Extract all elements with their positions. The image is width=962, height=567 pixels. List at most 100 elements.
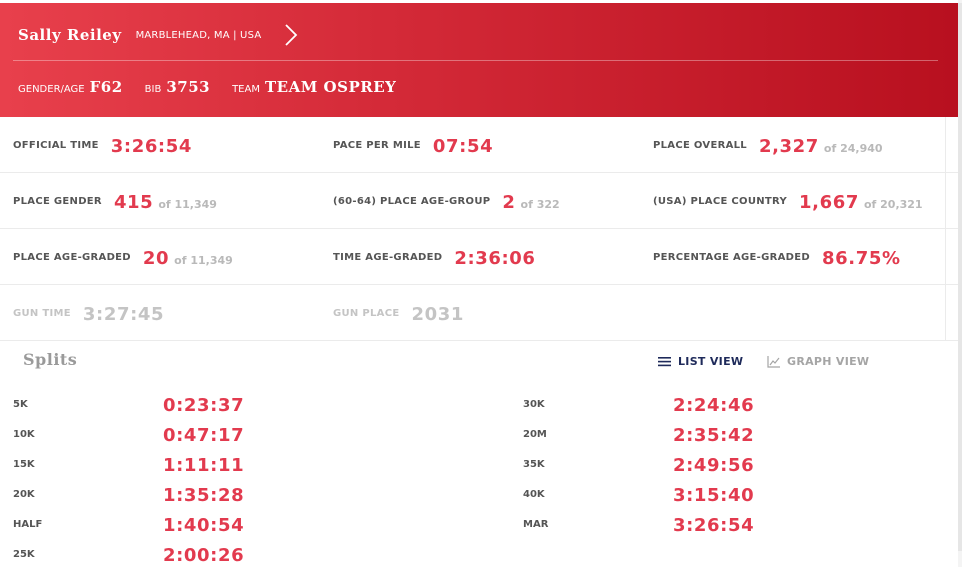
stat-place-age-graded: PLACE AGE-GRADED 20 of 11,349 [13,229,318,285]
stat-of-total: of 20,321 [863,197,923,211]
stat-label: GUN PLACE [333,307,400,319]
gender-age-value: F62 [89,78,123,96]
split-row: HALF 1:40:54 [13,510,313,540]
scrollbar-thumb[interactable] [958,3,962,551]
runner-name[interactable]: Sally Reiley [18,26,122,44]
split-row: 40K 3:15:40 [523,480,823,510]
stat-place-country: (USA) PLACE COUNTRY 1,667 of 20,321 [653,173,946,229]
split-label: 35K [523,459,545,470]
split-label: HALF [13,519,43,530]
stat-value: 2031 [411,303,464,325]
stat-label: PLACE GENDER [13,195,102,207]
split-time: 1:35:28 [163,485,245,506]
split-time: 2:00:26 [163,545,245,566]
team-value: TEAM OSPREY [264,78,397,96]
stat-value: 86.75% [822,247,901,269]
gender-age-label: GENDER/AGE [18,84,85,95]
split-time: 0:47:17 [163,425,245,446]
stat-gun-place: GUN PLACE 2031 [333,285,464,341]
split-time: 1:40:54 [163,515,245,536]
stat-value: 3:27:45 [82,303,165,325]
stat-row: GUN TIME 3:27:45 GUN PLACE 2031 [0,285,958,341]
stat-empty-cell [653,285,946,341]
split-row: 25K 2:00:26 [13,540,313,567]
stat-of-total: of 11,349 [158,197,217,211]
runner-name-row: Sally Reiley MARBLEHEAD, MA | USA [18,21,261,49]
list-icon [658,357,671,367]
split-time: 2:35:42 [673,425,755,446]
split-row: 35K 2:49:56 [523,450,823,480]
split-time: 0:23:37 [163,395,245,416]
stat-label: (USA) PLACE COUNTRY [653,195,788,207]
stat-of-total: of 322 [520,197,560,211]
stat-label: (60-64) PLACE AGE-GROUP [333,195,491,207]
stat-place-overall: PLACE OVERALL 2,327 of 24,940 [653,117,946,173]
stat-value: 3:26:54 [110,135,192,157]
stat-place-age-group: (60-64) PLACE AGE-GROUP 2 of 322 [333,173,560,229]
split-label: 20M [523,429,547,440]
bib-value: 3753 [166,78,211,96]
split-row: MAR 3:26:54 [523,510,823,540]
stat-label: PERCENTAGE AGE-GRADED [653,251,811,263]
list-view-button[interactable]: LIST VIEW [658,355,743,368]
split-row: 10K 0:47:17 [13,420,313,450]
header-divider [13,60,938,61]
runner-meta: GENDER/AGE F62 BIB 3753 TEAM TEAM OSPREY [18,78,418,96]
stat-label: PACE PER MILE [333,139,421,151]
stat-label: OFFICIAL TIME [13,139,99,151]
team-label: TEAM [232,84,260,95]
stat-time-age-graded: TIME AGE-GRADED 2:36:06 [333,229,536,285]
stat-row: PLACE GENDER 415 of 11,349 (60-64) PLACE… [0,173,958,229]
split-row: 20M 2:35:42 [523,420,823,450]
stat-label: PLACE OVERALL [653,139,747,151]
split-label: 10K [13,429,35,440]
stat-value: 2,327 [758,135,819,157]
split-label: 40K [523,489,545,500]
split-label: 20K [13,489,35,500]
list-view-label: LIST VIEW [678,355,744,368]
runner-header: Sally Reiley MARBLEHEAD, MA | USA GENDER… [0,3,958,117]
split-label: 5K [13,399,28,410]
split-row: 30K 2:24:46 [523,390,823,420]
stat-row: OFFICIAL TIME 3:26:54 PACE PER MILE 07:5… [0,117,958,173]
split-label: 15K [13,459,35,470]
splits-title: Splits [23,350,78,369]
graph-view-label: GRAPH VIEW [787,355,870,368]
splits-header: Splits LIST VIEW GRAPH VIEW [0,341,958,383]
bib-label: BIB [144,84,162,95]
splits-column-left: 5K 0:23:37 10K 0:47:17 15K 1:11:11 20K 1… [13,390,313,567]
stat-percentage-age-graded: PERCENTAGE AGE-GRADED 86.75% [653,229,946,285]
stat-label: GUN TIME [13,307,71,319]
stat-official-time: OFFICIAL TIME 3:26:54 [13,117,318,173]
split-row: 20K 1:35:28 [13,480,313,510]
runner-location: MARBLEHEAD, MA | USA [135,29,262,41]
split-row: 5K 0:23:37 [13,390,313,420]
stat-gun-time: GUN TIME 3:27:45 [13,285,318,341]
stat-row: PLACE AGE-GRADED 20 of 11,349 TIME AGE-G… [0,229,958,285]
split-time: 3:15:40 [673,485,755,506]
stat-value: 1,667 [799,191,859,213]
split-time: 3:26:54 [673,515,755,536]
splits-column-right: 30K 2:24:46 20M 2:35:42 35K 2:49:56 40K … [523,390,823,540]
split-row: 15K 1:11:11 [13,450,313,480]
split-label: MAR [523,519,549,530]
stat-value: 2 [502,191,516,213]
line-chart-icon [767,355,780,368]
stat-value: 20 [142,247,170,269]
split-label: 25K [13,549,35,560]
graph-view-button[interactable]: GRAPH VIEW [767,355,869,368]
split-label: 30K [523,399,545,410]
stat-label: TIME AGE-GRADED [333,251,443,263]
result-stats: OFFICIAL TIME 3:26:54 PACE PER MILE 07:5… [0,117,958,341]
stat-value: 2:36:06 [454,247,536,269]
split-time: 2:24:46 [673,395,755,416]
split-time: 1:11:11 [163,455,245,476]
page-scrollbar[interactable] [958,0,962,567]
stat-place-gender: PLACE GENDER 415 of 11,349 [13,173,318,229]
stat-pace: PACE PER MILE 07:54 [333,117,493,173]
stat-of-total: of 11,349 [174,253,233,267]
stat-value: 07:54 [432,135,494,157]
chevron-right-icon[interactable] [283,23,299,47]
stat-value: 415 [113,191,154,213]
split-time: 2:49:56 [673,455,755,476]
